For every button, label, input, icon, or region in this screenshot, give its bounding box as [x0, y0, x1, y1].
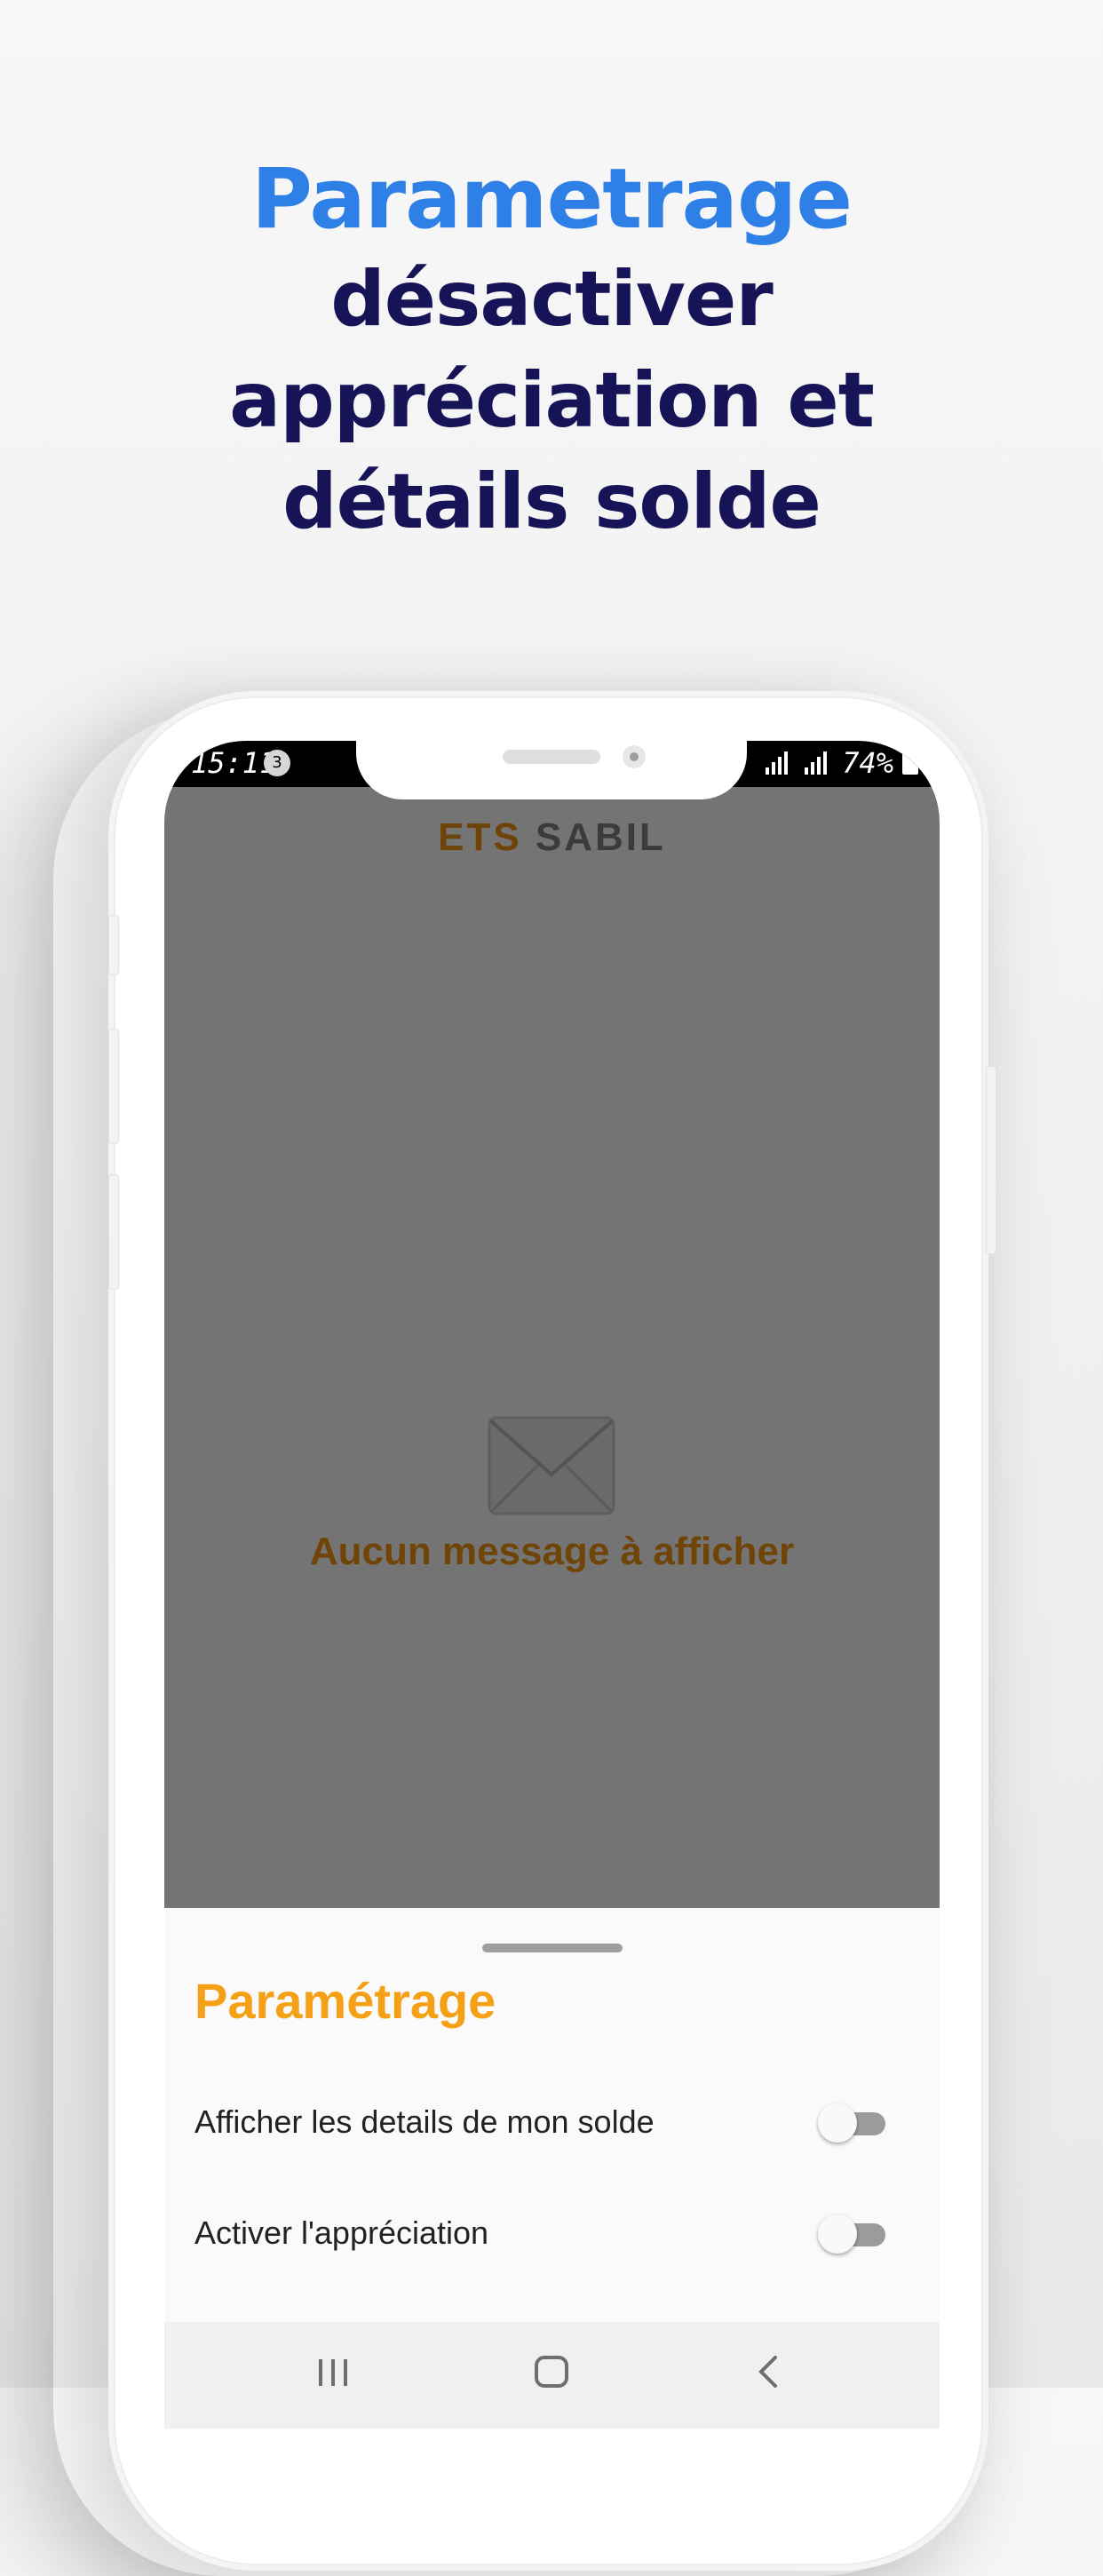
- setting-row-show-balance-details[interactable]: Afficher les details de mon solde: [194, 2086, 914, 2157]
- system-navigation-bar: [164, 2322, 940, 2429]
- setting-row-enable-appreciation[interactable]: Activer l'appréciation: [194, 2197, 914, 2268]
- headline-line-1: désactiver: [330, 255, 773, 344]
- envelope-icon: [488, 1416, 615, 1515]
- headline-line-2: appréciation et: [229, 356, 875, 445]
- status-bar: 15:11 3 74%: [164, 741, 940, 799]
- speaker-grille: [503, 750, 600, 764]
- toggle-switch-appreciation[interactable]: [818, 2214, 885, 2254]
- phone-screen: 15:11 3 74% ETS SABIL Aucun message à af…: [164, 741, 940, 2429]
- app-title-part-2: SABIL: [535, 815, 666, 859]
- headline-accent: Parametrage: [250, 151, 853, 248]
- battery-percentage: 74%: [842, 746, 893, 780]
- signal-icon: [766, 751, 789, 775]
- phone-side-button-mute: [108, 915, 119, 975]
- toggle-switch-balance-details[interactable]: [818, 2103, 885, 2143]
- toggle-thumb: [818, 2103, 857, 2143]
- front-camera: [623, 745, 646, 768]
- sheet-drag-handle[interactable]: [482, 1944, 623, 1952]
- sheet-title: Paramétrage: [194, 1973, 496, 2029]
- setting-label: Activer l'appréciation: [194, 2214, 489, 2251]
- home-icon[interactable]: [525, 2347, 578, 2397]
- toggle-thumb: [818, 2214, 857, 2254]
- signal-icon-secondary: [805, 751, 828, 775]
- app-title: ETS SABIL: [164, 815, 940, 860]
- empty-state-message: Aucun message à afficher: [309, 1530, 795, 1573]
- notification-badge-icon: 3: [264, 750, 290, 776]
- recent-apps-icon[interactable]: [306, 2347, 360, 2397]
- setting-label: Afficher les details de mon solde: [194, 2103, 655, 2140]
- phone-side-button-volume-down: [108, 1174, 119, 1290]
- phone-side-button-volume-up: [108, 1029, 119, 1144]
- phone-notch: [356, 741, 747, 799]
- headline-line-3: détails solde: [282, 457, 821, 546]
- back-icon[interactable]: [742, 2347, 795, 2397]
- status-indicators: 74%: [764, 746, 918, 780]
- battery-icon: [902, 751, 918, 775]
- marketing-headline: Parametrage désactiver appréciation et d…: [0, 151, 1103, 553]
- app-title-part-1: ETS: [438, 815, 522, 859]
- phone-side-button-power: [986, 1066, 996, 1254]
